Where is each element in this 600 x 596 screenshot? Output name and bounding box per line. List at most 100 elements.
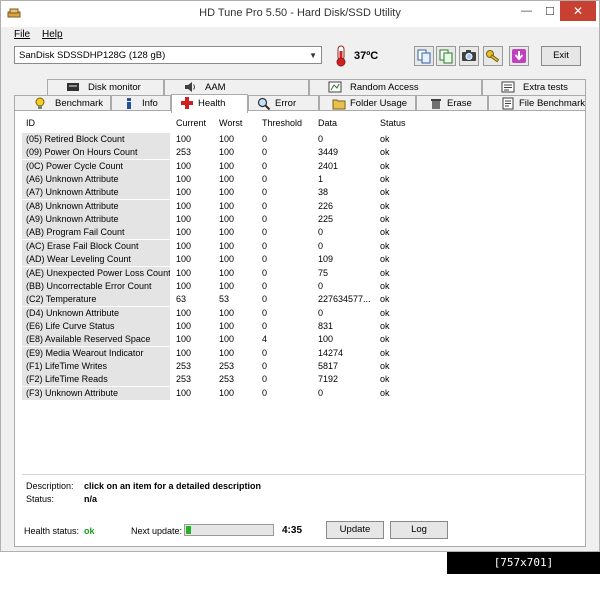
- tab-disk-monitor[interactable]: Disk monitor: [47, 79, 164, 95]
- tab-health[interactable]: Health: [171, 94, 248, 113]
- tab-folder-usage[interactable]: Folder Usage: [319, 95, 416, 111]
- cell-threshold: 0: [262, 160, 268, 171]
- col-header-threshold[interactable]: Threshold: [262, 115, 302, 131]
- exit-button[interactable]: Exit: [541, 46, 581, 66]
- cell-threshold: 0: [262, 187, 268, 198]
- cell-current: 100: [176, 347, 192, 358]
- table-row[interactable]: (AB) Program Fail Count 100 100 0 0 ok: [22, 226, 562, 240]
- save-button[interactable]: [509, 46, 529, 66]
- tab-file-benchmark[interactable]: File Benchmark: [488, 95, 586, 111]
- table-row[interactable]: (A6) Unknown Attribute 100 100 0 1 ok: [22, 173, 562, 187]
- cell-id: (05) Retired Block Count: [22, 133, 170, 146]
- tab-error-scan[interactable]: Error Scan: [248, 95, 319, 124]
- cell-status: ok: [380, 187, 390, 198]
- cell-threshold: 0: [262, 200, 268, 211]
- cell-worst: 100: [219, 320, 235, 331]
- cell-data: 1: [318, 174, 324, 185]
- tab-info[interactable]: Info: [111, 95, 171, 111]
- cell-current: 100: [176, 174, 192, 185]
- drive-select[interactable]: SanDisk SDSSDHP128G (128 gB) ▼: [14, 46, 322, 64]
- progress-fill: [186, 526, 191, 534]
- cell-worst: 100: [219, 347, 235, 358]
- cell-data: 226: [318, 200, 334, 211]
- copy-info-button[interactable]: [414, 46, 434, 66]
- table-row[interactable]: (A7) Unknown Attribute 100 100 0 38 ok: [22, 186, 562, 200]
- cell-data: 0: [318, 387, 324, 398]
- minimize-button[interactable]: —: [521, 5, 532, 17]
- temperature-value: 37ºC: [354, 50, 379, 62]
- table-row[interactable]: (AC) Erase Fail Block Count 100 100 0 0 ok: [22, 239, 562, 253]
- menu-help[interactable]: Help: [42, 29, 63, 40]
- cell-worst: 100: [219, 227, 235, 238]
- cell-id: (E6) Life Curve Status: [22, 319, 170, 333]
- table-row[interactable]: (A9) Unknown Attribute 100 100 0 225 ok: [22, 213, 562, 227]
- update-button[interactable]: Update: [326, 521, 384, 539]
- temperature-indicator: 37ºC: [332, 44, 408, 68]
- cell-data: 5817: [318, 360, 339, 371]
- disk-monitor-icon: [67, 83, 79, 91]
- table-row[interactable]: (F3) Unknown Attribute 100 100 0 0 ok: [22, 386, 562, 400]
- maximize-button[interactable]: ☐: [545, 5, 555, 18]
- cell-worst: 100: [219, 200, 235, 211]
- log-button[interactable]: Log: [390, 521, 448, 539]
- cell-current: 100: [176, 307, 192, 318]
- table-row[interactable]: (0C) Power Cycle Count 100 100 0 2401 ok: [22, 159, 562, 173]
- cell-threshold: 0: [262, 374, 268, 385]
- cell-status: ok: [380, 307, 390, 318]
- tab-erase[interactable]: Erase: [416, 95, 488, 111]
- table-row[interactable]: (C2) Temperature 63 53 0 227634577... ok: [22, 293, 562, 307]
- cell-worst: 100: [219, 254, 235, 265]
- table-row[interactable]: (A8) Unknown Attribute 100 100 0 226 ok: [22, 199, 562, 213]
- cell-threshold: 0: [262, 174, 268, 185]
- close-button[interactable]: ✕: [560, 1, 596, 21]
- tab-label: File Benchmark: [519, 98, 585, 109]
- menu-file[interactable]: File: [14, 29, 30, 40]
- tab-label: Info: [142, 98, 158, 109]
- table-row[interactable]: (BB) Uncorrectable Error Count 100 100 0 0 ok: [22, 279, 562, 293]
- cell-status: ok: [380, 227, 390, 238]
- cell-data: 7192: [318, 374, 339, 385]
- smart-table[interactable]: ID Current Worst Threshold Data Status (…: [22, 115, 586, 401]
- table-row[interactable]: (E8) Available Reserved Space 100 100 4 100 o…: [22, 333, 562, 347]
- title-bar[interactable]: HD Tune Pro 5.50 - Hard Disk/SSD Utility…: [1, 1, 599, 27]
- cell-status: ok: [380, 387, 390, 398]
- cell-data: 0: [318, 307, 324, 318]
- cell-id: (F1) LifeTime Writes: [22, 359, 170, 373]
- table-row[interactable]: (AE) Unexpected Power Loss Count 100 100 0 7…: [22, 266, 562, 280]
- cell-id: (BB) Uncorrectable Error Count: [22, 279, 170, 293]
- table-row[interactable]: (D4) Unknown Attribute 100 100 0 0 ok: [22, 306, 562, 320]
- options-button[interactable]: [483, 46, 503, 66]
- col-header-status[interactable]: Status: [380, 115, 406, 131]
- cell-id: (F2) LifeTime Reads: [22, 373, 170, 387]
- table-row[interactable]: (F2) LifeTime Reads 253 253 0 7192 ok: [22, 373, 562, 387]
- table-row[interactable]: (AD) Wear Leveling Count 100 100 0 109 ok: [22, 253, 562, 267]
- cell-current: 100: [176, 387, 192, 398]
- lightbulb-icon: [35, 97, 45, 109]
- cell-current: 100: [176, 280, 192, 291]
- col-header-worst[interactable]: Worst: [219, 115, 242, 131]
- description-value: click on an item for a detailed descript…: [84, 481, 262, 491]
- col-header-id[interactable]: ID: [26, 115, 35, 131]
- table-row[interactable]: (E9) Media Wearout Indicator 100 100 0 14274…: [22, 346, 562, 360]
- copy-all-button[interactable]: [436, 46, 456, 66]
- cell-id: (AC) Erase Fail Block Count: [22, 239, 170, 253]
- col-header-data[interactable]: Data: [318, 115, 337, 131]
- cell-threshold: 0: [262, 387, 268, 398]
- key-icon: [486, 50, 500, 63]
- tab-benchmark[interactable]: Benchmark: [14, 95, 111, 111]
- table-row[interactable]: (05) Retired Block Count 100 100 0 0 ok: [22, 133, 562, 146]
- cell-data: 38: [318, 187, 329, 198]
- tab-extra-tests[interactable]: Extra tests: [482, 79, 586, 95]
- tab-random-access[interactable]: Random Access: [309, 79, 482, 95]
- table-row[interactable]: (09) Power On Hours Count 253 100 0 3449 ok: [22, 146, 562, 160]
- trash-icon: [431, 99, 441, 109]
- cell-id: (A7) Unknown Attribute: [22, 186, 170, 200]
- col-header-current[interactable]: Current: [176, 115, 206, 131]
- cell-status: ok: [380, 254, 390, 265]
- screenshot-button[interactable]: [459, 46, 479, 66]
- cell-status: ok: [380, 160, 390, 171]
- table-row[interactable]: (F1) LifeTime Writes 253 253 0 5817 ok: [22, 359, 562, 373]
- table-row[interactable]: (E6) Life Curve Status 100 100 0 831 ok: [22, 319, 562, 333]
- tab-aam[interactable]: AAM: [164, 79, 309, 95]
- cell-current: 100: [176, 267, 192, 278]
